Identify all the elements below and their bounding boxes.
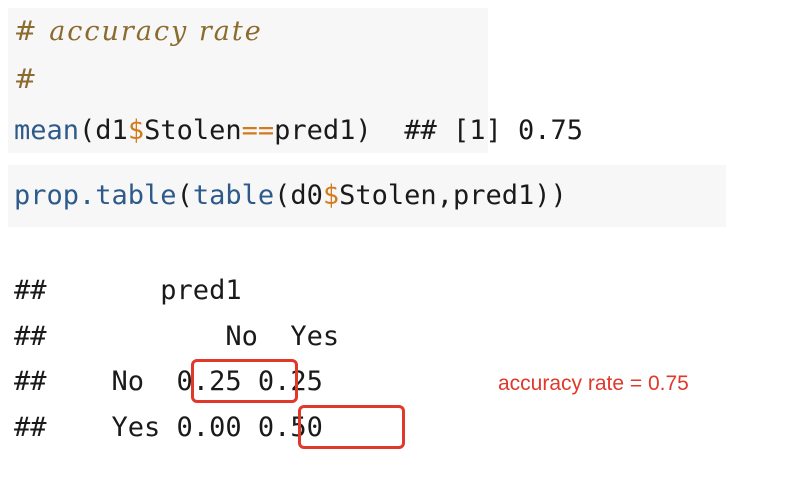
- equality-operator: ==: [241, 115, 275, 146]
- code-comment-empty: #: [14, 64, 39, 95]
- code-token: pred1): [274, 115, 372, 146]
- function-mean: mean: [14, 115, 80, 146]
- document-page: # accuracy rate # mean(d1$Stolen==pred1)…: [0, 0, 788, 482]
- function-table: table: [192, 180, 275, 211]
- dollar-operator: $: [127, 115, 145, 146]
- code-token: (d0: [274, 180, 323, 211]
- code-token: Stolen: [144, 115, 242, 146]
- code-comment-accuracy-rate: # accuracy rate: [14, 16, 263, 47]
- output-row-header: ## pred1: [14, 275, 242, 306]
- code-line-mean: mean(d1$Stolen==pred1) ## [1] 0.75: [14, 115, 583, 147]
- function-prop-table: prop.table: [14, 180, 177, 211]
- code-token: Stolen,pred1)): [339, 180, 567, 211]
- code-token: (: [176, 180, 193, 211]
- highlight-box-yes-yes: [298, 405, 405, 449]
- inline-output: ## [1] 0.75: [371, 115, 584, 146]
- highlight-box-no-no: [191, 359, 298, 403]
- code-line-prop-table: prop.table(table(d0$Stolen,pred1)): [14, 180, 567, 212]
- accuracy-annotation: accuracy rate = 0.75: [498, 372, 689, 395]
- output-row-yes: ## Yes 0.00 0.50: [14, 412, 323, 443]
- dollar-operator: $: [322, 180, 340, 211]
- code-token: (d1: [79, 115, 128, 146]
- output-row-columns: ## No Yes: [14, 321, 340, 352]
